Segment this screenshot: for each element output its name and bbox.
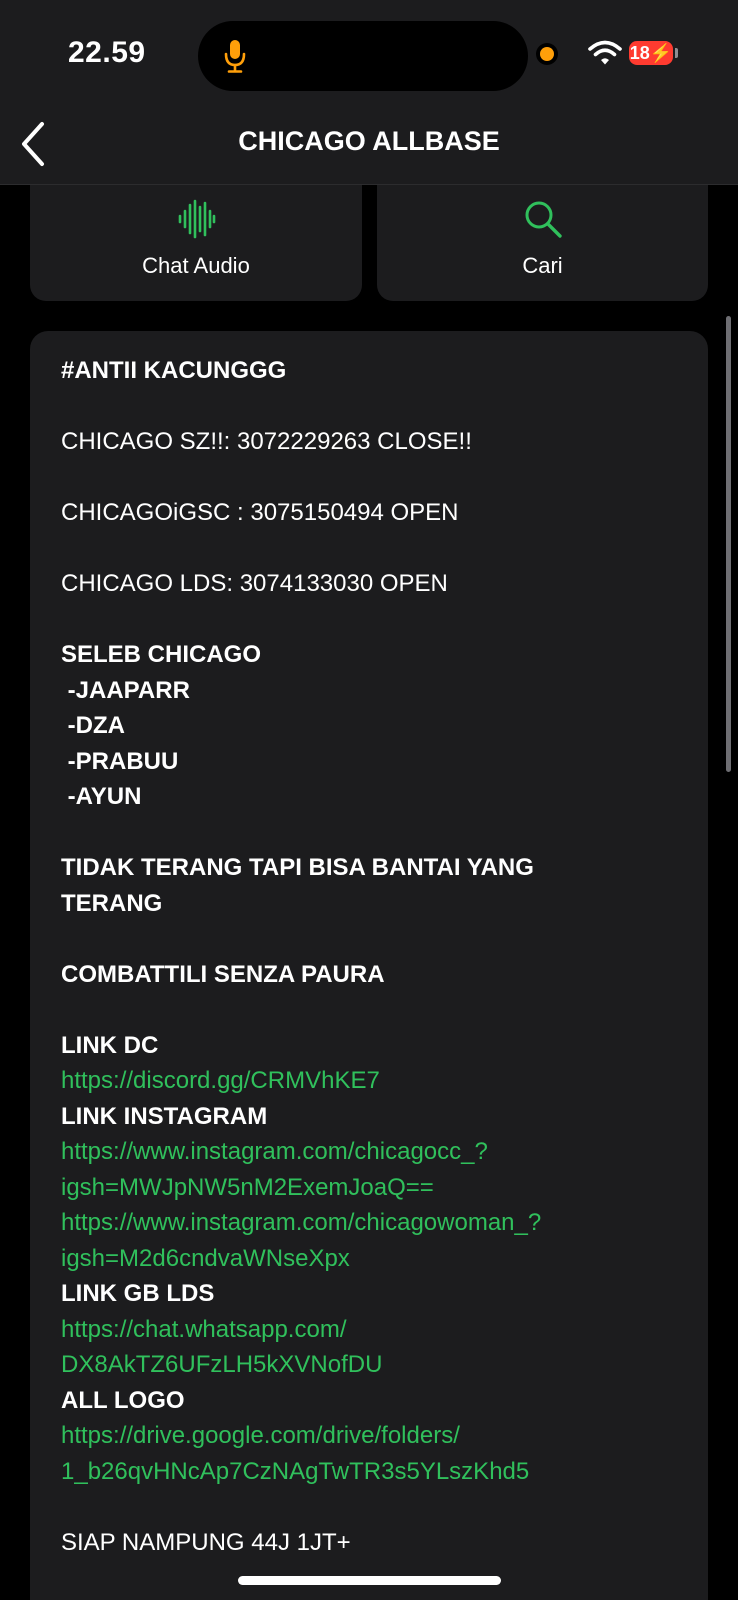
status-time: 22.59 [68, 36, 146, 69]
motto-line: TERANG [61, 889, 163, 917]
wifi-icon [588, 40, 622, 65]
motto-line: TIDAK TERANG TAPI BISA BANTAI YANG [61, 854, 534, 881]
instagram-link-1-cont[interactable]: igsh=MWJpNW5nM2ExemJoaQ== [61, 1170, 681, 1206]
instagram-link-1[interactable]: https://www.instagram.com/chicagocc_? [61, 1134, 681, 1170]
status-bar: 22.59 18⚡ [0, 0, 738, 104]
battery-indicator: 18⚡ [629, 41, 673, 65]
chevron-left-icon [22, 122, 44, 166]
seleb-item: -AYUN [61, 783, 142, 810]
chat-audio-label: Chat Audio [142, 253, 250, 278]
motto-line-2: COMBATTILI SENZA PAURA [61, 960, 385, 988]
battery-level: 18 [629, 43, 650, 63]
audio-waveform-icon [178, 199, 216, 239]
nav-bar: CHICAGO ALLBASE [0, 104, 738, 185]
drive-link[interactable]: https://drive.google.com/drive/folders/ [61, 1418, 681, 1454]
logo-label: ALL LOGO [61, 1386, 185, 1414]
group-info-igsc: CHICAGOiGSC : 3075150494 OPEN [61, 499, 459, 526]
group-info-sz: CHICAGO SZ!!: 3072229263 CLOSE!! [61, 428, 472, 455]
group-info-lds: CHICAGO LDS: 3074133030 OPEN [61, 570, 448, 597]
link-instagram-label: LINK INSTAGRAM [61, 1102, 268, 1130]
link-dc-label: LINK DC [61, 1031, 159, 1059]
dynamic-island [198, 21, 528, 91]
instagram-link-2-cont[interactable]: igsh=M2d6cndvaWNseXpx [61, 1241, 681, 1277]
whatsapp-link-cont[interactable]: DX8AkTZ6UFzLH5kXVNofDU [61, 1347, 681, 1383]
microphone-icon [224, 40, 246, 73]
instagram-link-2[interactable]: https://www.instagram.com/chicagowoman_? [61, 1205, 681, 1241]
scrollbar[interactable] [726, 316, 731, 772]
battery-cap [675, 48, 678, 58]
group-description: #ANTII KACUNGGG CHICAGO SZ!!: 3072229263… [61, 353, 681, 1560]
seleb-item: -DZA [61, 712, 125, 739]
search-label: Cari [522, 253, 563, 278]
search-icon [525, 201, 562, 238]
discord-link[interactable]: https://discord.gg/CRMVhKE7 [61, 1063, 681, 1099]
drive-link-cont[interactable]: 1_b26qvHNcAp7CzNAgTwTR3s5YLszKhd5 [61, 1454, 681, 1490]
group-description-card: #ANTII KACUNGGG CHICAGO SZ!!: 3072229263… [30, 331, 708, 1600]
seleb-item: -JAAPARR [61, 676, 190, 704]
seleb-heading: SELEB CHICAGO [61, 641, 262, 668]
link-gb-label: LINK GB LDS [61, 1280, 215, 1307]
charging-bolt-icon: ⚡ [649, 43, 673, 63]
closing-note: SIAP NAMPUNG 44J 1JT+ [61, 1528, 351, 1556]
privacy-indicator-dot [540, 47, 554, 61]
back-button[interactable] [12, 118, 60, 170]
whatsapp-link[interactable]: https://chat.whatsapp.com/ [61, 1312, 681, 1348]
description-tag: #ANTII KACUNGGG [61, 357, 287, 384]
chat-audio-button[interactable]: Chat Audio [30, 185, 362, 301]
search-button[interactable]: Cari [377, 185, 708, 301]
seleb-item: -PRABUU [61, 747, 179, 775]
home-indicator[interactable] [238, 1576, 501, 1585]
page-title: CHICAGO ALLBASE [238, 126, 500, 156]
